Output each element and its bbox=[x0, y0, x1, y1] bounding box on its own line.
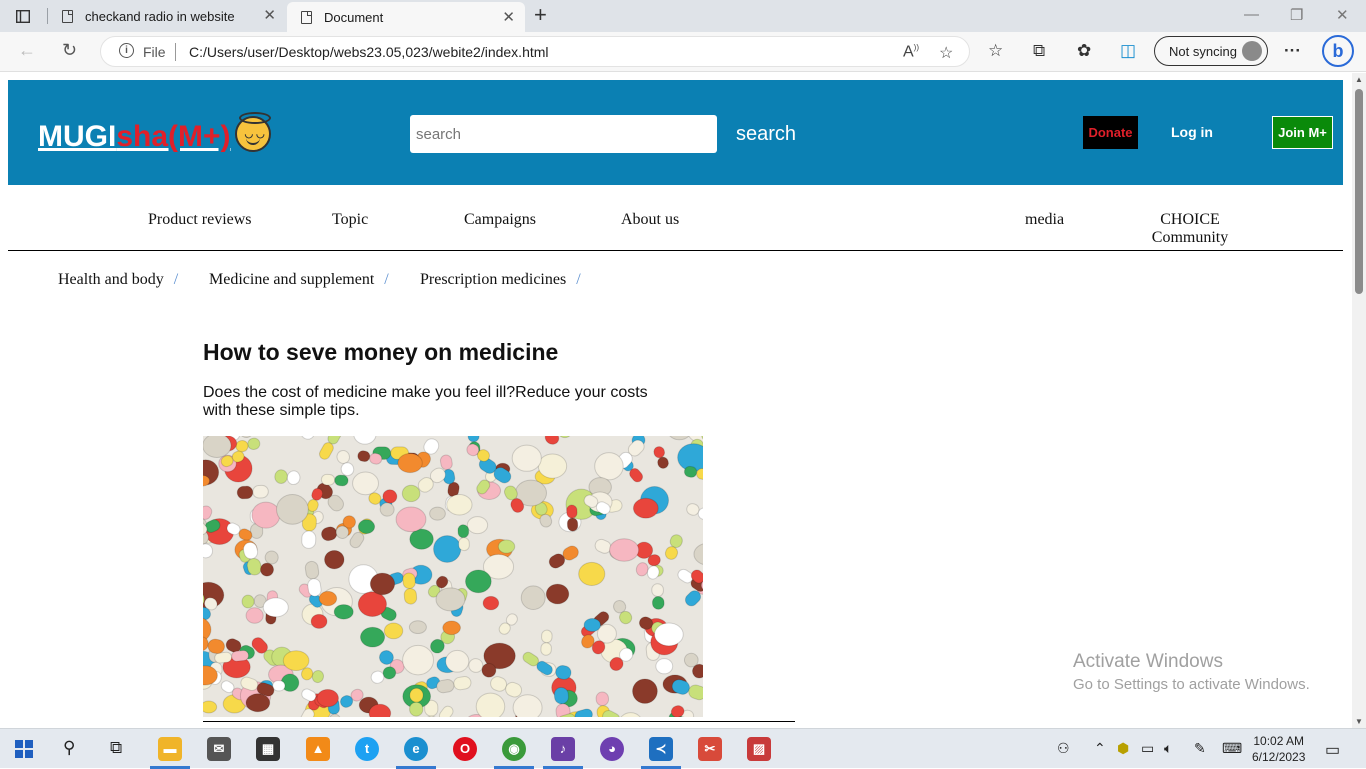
pen-icon[interactable]: ✎ bbox=[1194, 740, 1206, 757]
halo-smile-emoji-icon: ◡ ◡ bbox=[235, 116, 271, 152]
browser-tab-bar: checkand radio in website ✕ Document ✕ +… bbox=[0, 0, 1366, 32]
scroll-down-icon[interactable]: ▼ bbox=[1355, 717, 1363, 726]
opera-icon[interactable]: O bbox=[453, 737, 477, 761]
protocol-label: File bbox=[143, 44, 166, 60]
scroll-thumb[interactable] bbox=[1355, 89, 1363, 294]
mail-icon[interactable]: ✉ bbox=[207, 737, 231, 761]
store-icon[interactable]: ▦ bbox=[256, 737, 280, 761]
watermark-subtitle: Go to Settings to activate Windows. bbox=[1073, 676, 1310, 693]
battery-icon[interactable]: ▭ bbox=[1141, 740, 1154, 757]
join-button[interactable]: Join M+ bbox=[1272, 116, 1333, 149]
edge-icon[interactable]: e bbox=[404, 737, 428, 761]
avatar bbox=[1242, 41, 1262, 61]
search-button[interactable]: search bbox=[736, 123, 796, 146]
vlc-icon[interactable]: ▲ bbox=[306, 737, 330, 761]
close-tab-icon[interactable]: ✕ bbox=[502, 10, 515, 26]
url-separator bbox=[175, 43, 176, 61]
close-tab-icon[interactable]: ✕ bbox=[263, 8, 276, 24]
twitter-icon[interactable]: t bbox=[355, 737, 379, 761]
activate-windows-watermark: Activate Windows Go to Settings to activ… bbox=[1073, 651, 1310, 693]
close-window-icon[interactable]: ✕ bbox=[1336, 6, 1349, 24]
page-icon bbox=[301, 11, 312, 24]
volume-icon[interactable]: 🔈︎ bbox=[1164, 740, 1172, 757]
task-view-icon[interactable]: ⧉ bbox=[110, 738, 122, 758]
clock-time: 10:02 AM bbox=[1252, 733, 1305, 749]
pills-image bbox=[203, 436, 703, 717]
extension-icon[interactable]: ✿ bbox=[1077, 41, 1091, 61]
divider bbox=[203, 721, 795, 722]
logo-text-part2: sha(M+) bbox=[116, 120, 230, 153]
read-aloud-icon[interactable]: A)) bbox=[903, 43, 919, 61]
url-text[interactable]: C:/Users/user/Desktop/webs23.05,023/webi… bbox=[189, 44, 549, 60]
keyboard-icon[interactable]: ⌨ bbox=[1222, 740, 1242, 757]
tab-document[interactable]: Document ✕ bbox=[287, 2, 525, 32]
page-scrollbar[interactable]: ▲ ▼ bbox=[1352, 73, 1366, 728]
breadcrumb-item[interactable]: Prescription medicines/ bbox=[420, 271, 581, 289]
breadcrumb-item[interactable]: Health and body/ bbox=[58, 271, 178, 289]
login-button[interactable]: Log in bbox=[1171, 124, 1213, 140]
page-icon bbox=[62, 10, 73, 23]
shield-icon[interactable]: ⬢ bbox=[1117, 740, 1129, 757]
add-favorite-icon[interactable]: ☆ bbox=[939, 43, 953, 63]
site-header: MUGIsha(M+)◡ ◡ search Donate Log in Join… bbox=[8, 80, 1343, 185]
clock-date: 6/12/2023 bbox=[1252, 749, 1305, 765]
restore-icon[interactable]: ❐ bbox=[1290, 6, 1303, 24]
system-clock[interactable]: 10:02 AM 6/12/2023 bbox=[1252, 733, 1305, 765]
app-icon[interactable]: ♪ bbox=[551, 737, 575, 761]
file-explorer-icon[interactable]: ▬ bbox=[158, 737, 182, 761]
pills-illustration bbox=[203, 436, 703, 717]
back-arrow-icon[interactable]: ← bbox=[18, 40, 36, 61]
site-logo[interactable]: MUGIsha(M+)◡ ◡ bbox=[38, 116, 271, 154]
main-nav: Product reviews Topic Campaigns About us… bbox=[8, 185, 1343, 251]
watermark-title: Activate Windows bbox=[1073, 651, 1310, 673]
tab-title: Document bbox=[324, 10, 383, 25]
search-input[interactable] bbox=[410, 115, 717, 153]
favorites-icon[interactable]: ☆ bbox=[988, 41, 1003, 61]
people-icon[interactable]: ⚇ bbox=[1057, 740, 1070, 757]
bing-chat-icon[interactable]: b bbox=[1322, 35, 1354, 67]
vscode-icon[interactable]: ≺ bbox=[649, 737, 673, 761]
collections-icon[interactable]: ⧉ bbox=[1033, 41, 1045, 61]
nav-item-topic[interactable]: Topic bbox=[332, 211, 368, 229]
sync-label: Not syncing bbox=[1169, 44, 1237, 59]
notification-icon[interactable]: ▭ bbox=[1325, 740, 1340, 760]
snipping-tool-icon[interactable]: ✂ bbox=[698, 737, 722, 761]
new-tab-icon[interactable]: + bbox=[534, 4, 547, 26]
more-options-icon[interactable]: ··· bbox=[1284, 41, 1301, 61]
chevron-up-icon[interactable]: ⌃ bbox=[1094, 740, 1106, 757]
minimize-icon[interactable]: — bbox=[1244, 6, 1259, 23]
nav-item-media[interactable]: media bbox=[1025, 211, 1064, 229]
refresh-icon[interactable]: ↻ bbox=[62, 40, 77, 61]
logo-text-part1: MUGI bbox=[38, 120, 116, 153]
nav-item-choice-community[interactable]: CHOICE Community bbox=[1148, 211, 1232, 247]
page-viewport: MUGIsha(M+)◡ ◡ search Donate Log in Join… bbox=[0, 73, 1352, 728]
nav-item-product-reviews[interactable]: Product reviews bbox=[148, 211, 252, 229]
article-title: How to seve money on medicine bbox=[203, 339, 558, 366]
article-lead: Does the cost of medicine make you feel … bbox=[203, 384, 663, 420]
paint-icon[interactable]: ▨ bbox=[747, 737, 771, 761]
profile-sync-button[interactable]: Not syncing bbox=[1154, 36, 1268, 66]
info-icon[interactable]: i bbox=[119, 43, 134, 58]
search-icon[interactable]: ⚲ bbox=[63, 738, 75, 758]
tab-actions-icon bbox=[16, 10, 30, 23]
nav-item-about-us[interactable]: About us bbox=[621, 211, 679, 229]
breadcrumb-item[interactable]: Medicine and supplement/ bbox=[209, 271, 389, 289]
browser-essentials-icon[interactable]: ◫ bbox=[1120, 41, 1136, 61]
tab-checkand-radio[interactable]: checkand radio in website ✕ bbox=[48, 0, 286, 32]
donate-button[interactable]: Donate bbox=[1083, 116, 1138, 149]
windows-start-icon[interactable] bbox=[15, 740, 33, 763]
scroll-up-icon[interactable]: ▲ bbox=[1355, 75, 1363, 84]
nav-item-campaigns[interactable]: Campaigns bbox=[464, 211, 536, 229]
github-icon[interactable]: ◕ bbox=[600, 737, 624, 761]
chrome-icon[interactable]: ◉ bbox=[502, 737, 526, 761]
address-bar[interactable]: i File C:/Users/user/Desktop/webs23.05,0… bbox=[100, 36, 970, 67]
tab-title: checkand radio in website bbox=[85, 9, 235, 24]
windows-taskbar: ⚲ ⧉ ▬ ✉ ▦ ▲ t e O ◉ ♪ ◕ ≺ ✂ ▨ ⚇ ⌃ ⬢ ▭ 🔈︎… bbox=[0, 728, 1366, 768]
tab-actions-button[interactable] bbox=[10, 6, 36, 26]
address-toolbar: ← ↻ i File C:/Users/user/Desktop/webs23.… bbox=[0, 32, 1366, 72]
